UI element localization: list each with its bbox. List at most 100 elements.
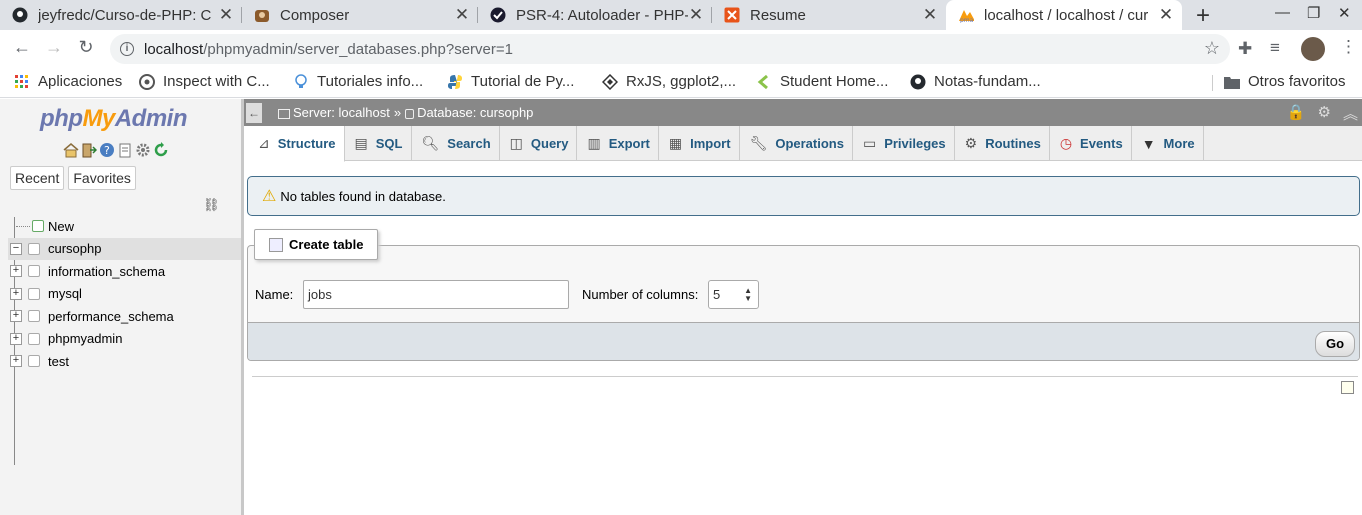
database-icon (28, 355, 40, 368)
tab-title: localhost / localhost / cur (984, 6, 1149, 24)
sql-icon: ▤ (354, 135, 368, 151)
tab-query[interactable]: ◫ Query (500, 126, 578, 161)
docs-icon[interactable] (117, 142, 133, 158)
tree-item-label: information_schema (48, 263, 166, 279)
console-icon[interactable] (1341, 381, 1354, 394)
tree-item-mysql[interactable]: + mysql (8, 283, 241, 306)
tab-export[interactable]: ▥ Export (577, 126, 659, 161)
close-tab-icon[interactable]: ✕ (454, 5, 470, 25)
breadcrumb-database[interactable]: Database: cursophp (405, 105, 533, 120)
bookmark-python[interactable]: Tutorial de Py... (447, 73, 574, 90)
bookmark-star-icon[interactable]: ☆ (1204, 38, 1220, 59)
collapse-nav-icon[interactable]: ← (246, 102, 262, 123)
bookmarks-bar: Aplicaciones Inspect with C... Tutoriale… (0, 68, 1362, 98)
logout-icon[interactable] (81, 142, 98, 158)
composer-icon (254, 7, 270, 23)
phpmyadmin-logo[interactable]: phpMyAdmin (40, 105, 188, 133)
favorites-tab[interactable]: Favorites (68, 166, 136, 190)
url-path: /phpmyadmin/server_databases.php?server=… (203, 40, 513, 58)
expand-icon[interactable]: + (10, 310, 22, 323)
extensions-icon[interactable]: ✚ (1238, 39, 1252, 59)
url-bar[interactable]: i localhost/phpmyadmin/server_databases.… (110, 34, 1230, 64)
new-tab-button[interactable]: + (1190, 2, 1216, 30)
lock-icon[interactable]: 🔒 (1287, 103, 1306, 124)
create-table-icon (269, 237, 283, 252)
tree-item-test[interactable]: + test (8, 350, 241, 373)
recent-tab[interactable]: Recent (10, 166, 65, 190)
tree-item-information-schema[interactable]: + information_schema (8, 260, 241, 283)
reading-list-icon[interactable]: ≡ (1270, 38, 1280, 58)
browser-tab-github[interactable]: jeyfredc/Curso-de-PHP: C ✕ (0, 0, 242, 30)
caret-down-icon: ▼ (1141, 135, 1156, 152)
expand-icon[interactable]: + (10, 355, 22, 368)
gear-icon[interactable]: ⚙ (1318, 103, 1331, 124)
browser-tab-psr4[interactable]: PSR-4: Autoloader - PHP- ✕ (478, 0, 712, 30)
link-with-main-icon[interactable]: ⛓ (203, 197, 220, 213)
tree-item-new[interactable]: New (8, 215, 241, 238)
bookmark-tutoriales[interactable]: Tutoriales info... (293, 73, 423, 90)
expand-icon[interactable]: + (10, 287, 22, 300)
tab-privileges[interactable]: ▭ Privileges (853, 126, 955, 161)
diamond-icon (602, 73, 618, 90)
bookmark-student[interactable]: Student Home... (756, 73, 888, 90)
tree-item-phpmyadmin[interactable]: + phpmyadmin (8, 328, 241, 351)
close-window-button[interactable]: ✕ (1338, 4, 1351, 22)
browser-tab-resume[interactable]: Resume ✕ (712, 0, 946, 30)
bookmark-label: Inspect with C... (163, 73, 270, 90)
expand-icon[interactable]: + (10, 332, 22, 345)
reload-nav-icon[interactable] (153, 142, 169, 158)
tab-sql[interactable]: ▤ SQL (345, 126, 412, 161)
breadcrumb-server[interactable]: Server: localhost (278, 105, 390, 120)
forward-icon[interactable]: → (42, 37, 66, 58)
bookmark-other[interactable]: Otros favoritos (1224, 73, 1346, 90)
back-icon[interactable]: ← (10, 37, 34, 58)
tab-operations[interactable]: 🔧︎ Operations (740, 126, 853, 161)
breadcrumb-separator: » (393, 105, 402, 120)
tab-import[interactable]: ▦ Import (659, 126, 740, 161)
tab-events[interactable]: ◷ Events (1050, 126, 1132, 161)
github-icon (12, 7, 28, 23)
bookmark-rxjs[interactable]: RxJS, ggplot2,... (602, 73, 736, 90)
close-tab-icon[interactable]: ✕ (218, 5, 234, 25)
browser-tab-composer[interactable]: Composer ✕ (242, 0, 478, 30)
minimize-button[interactable]: — (1275, 4, 1290, 21)
tree-item-label: phpmyadmin (48, 331, 123, 347)
num-columns-stepper[interactable]: 5 ▲ ▼ (708, 280, 759, 309)
browser-tab-localhost[interactable]: pma localhost / localhost / cur ✕ (946, 0, 1182, 30)
bookmark-label: Student Home... (780, 73, 889, 90)
site-info-icon[interactable]: i (120, 42, 134, 56)
tab-routines[interactable]: ⚙ Routines (955, 126, 1050, 161)
table-name-input[interactable]: jobs (303, 280, 569, 309)
tab-search[interactable]: 🔍︎ Search (412, 126, 500, 161)
bookmark-notas[interactable]: Notas-fundam... (910, 73, 1041, 90)
bookmark-inspect[interactable]: Inspect with C... (139, 73, 270, 90)
help-icon[interactable]: ? (99, 142, 115, 158)
tab-more[interactable]: ▼ More (1132, 126, 1204, 161)
expand-icon[interactable]: + (10, 265, 22, 278)
url-host: localhost (144, 40, 204, 58)
close-tab-icon[interactable]: ✕ (688, 5, 704, 25)
go-button[interactable]: Go (1315, 331, 1355, 357)
tab-title: jeyfredc/Curso-de-PHP: C (38, 6, 212, 24)
main-content: ← Server: localhost » Database: cursophp… (244, 99, 1362, 515)
bookmark-label: Tutoriales info... (317, 73, 424, 90)
tree-item-cursophp[interactable]: − cursophp (8, 237, 241, 260)
menu-dots-icon[interactable]: ⋮ (1340, 37, 1357, 57)
collapse-icon[interactable]: − (10, 242, 22, 255)
close-tab-icon[interactable]: ✕ (1158, 5, 1174, 25)
psr-icon (490, 7, 506, 23)
collapse-up-icon[interactable]: ︽ (1343, 103, 1358, 124)
folder-icon (1224, 74, 1240, 90)
bookmark-apps[interactable]: Aplicaciones (14, 73, 122, 90)
tab-structure[interactable]: ⊿ Structure (248, 126, 345, 162)
restore-button[interactable]: ❐ (1307, 4, 1320, 22)
stepper-arrows-icon[interactable]: ▲ ▼ (744, 287, 752, 303)
avatar[interactable] (1301, 37, 1325, 61)
github-icon (910, 74, 926, 90)
close-tab-icon[interactable]: ✕ (922, 5, 938, 25)
home-icon[interactable] (63, 142, 79, 158)
bookmark-label: Aplicaciones (38, 73, 123, 90)
reload-icon[interactable]: ↻ (74, 37, 98, 58)
settings-icon[interactable] (135, 142, 151, 158)
tree-item-performance-schema[interactable]: + performance_schema (8, 305, 241, 328)
